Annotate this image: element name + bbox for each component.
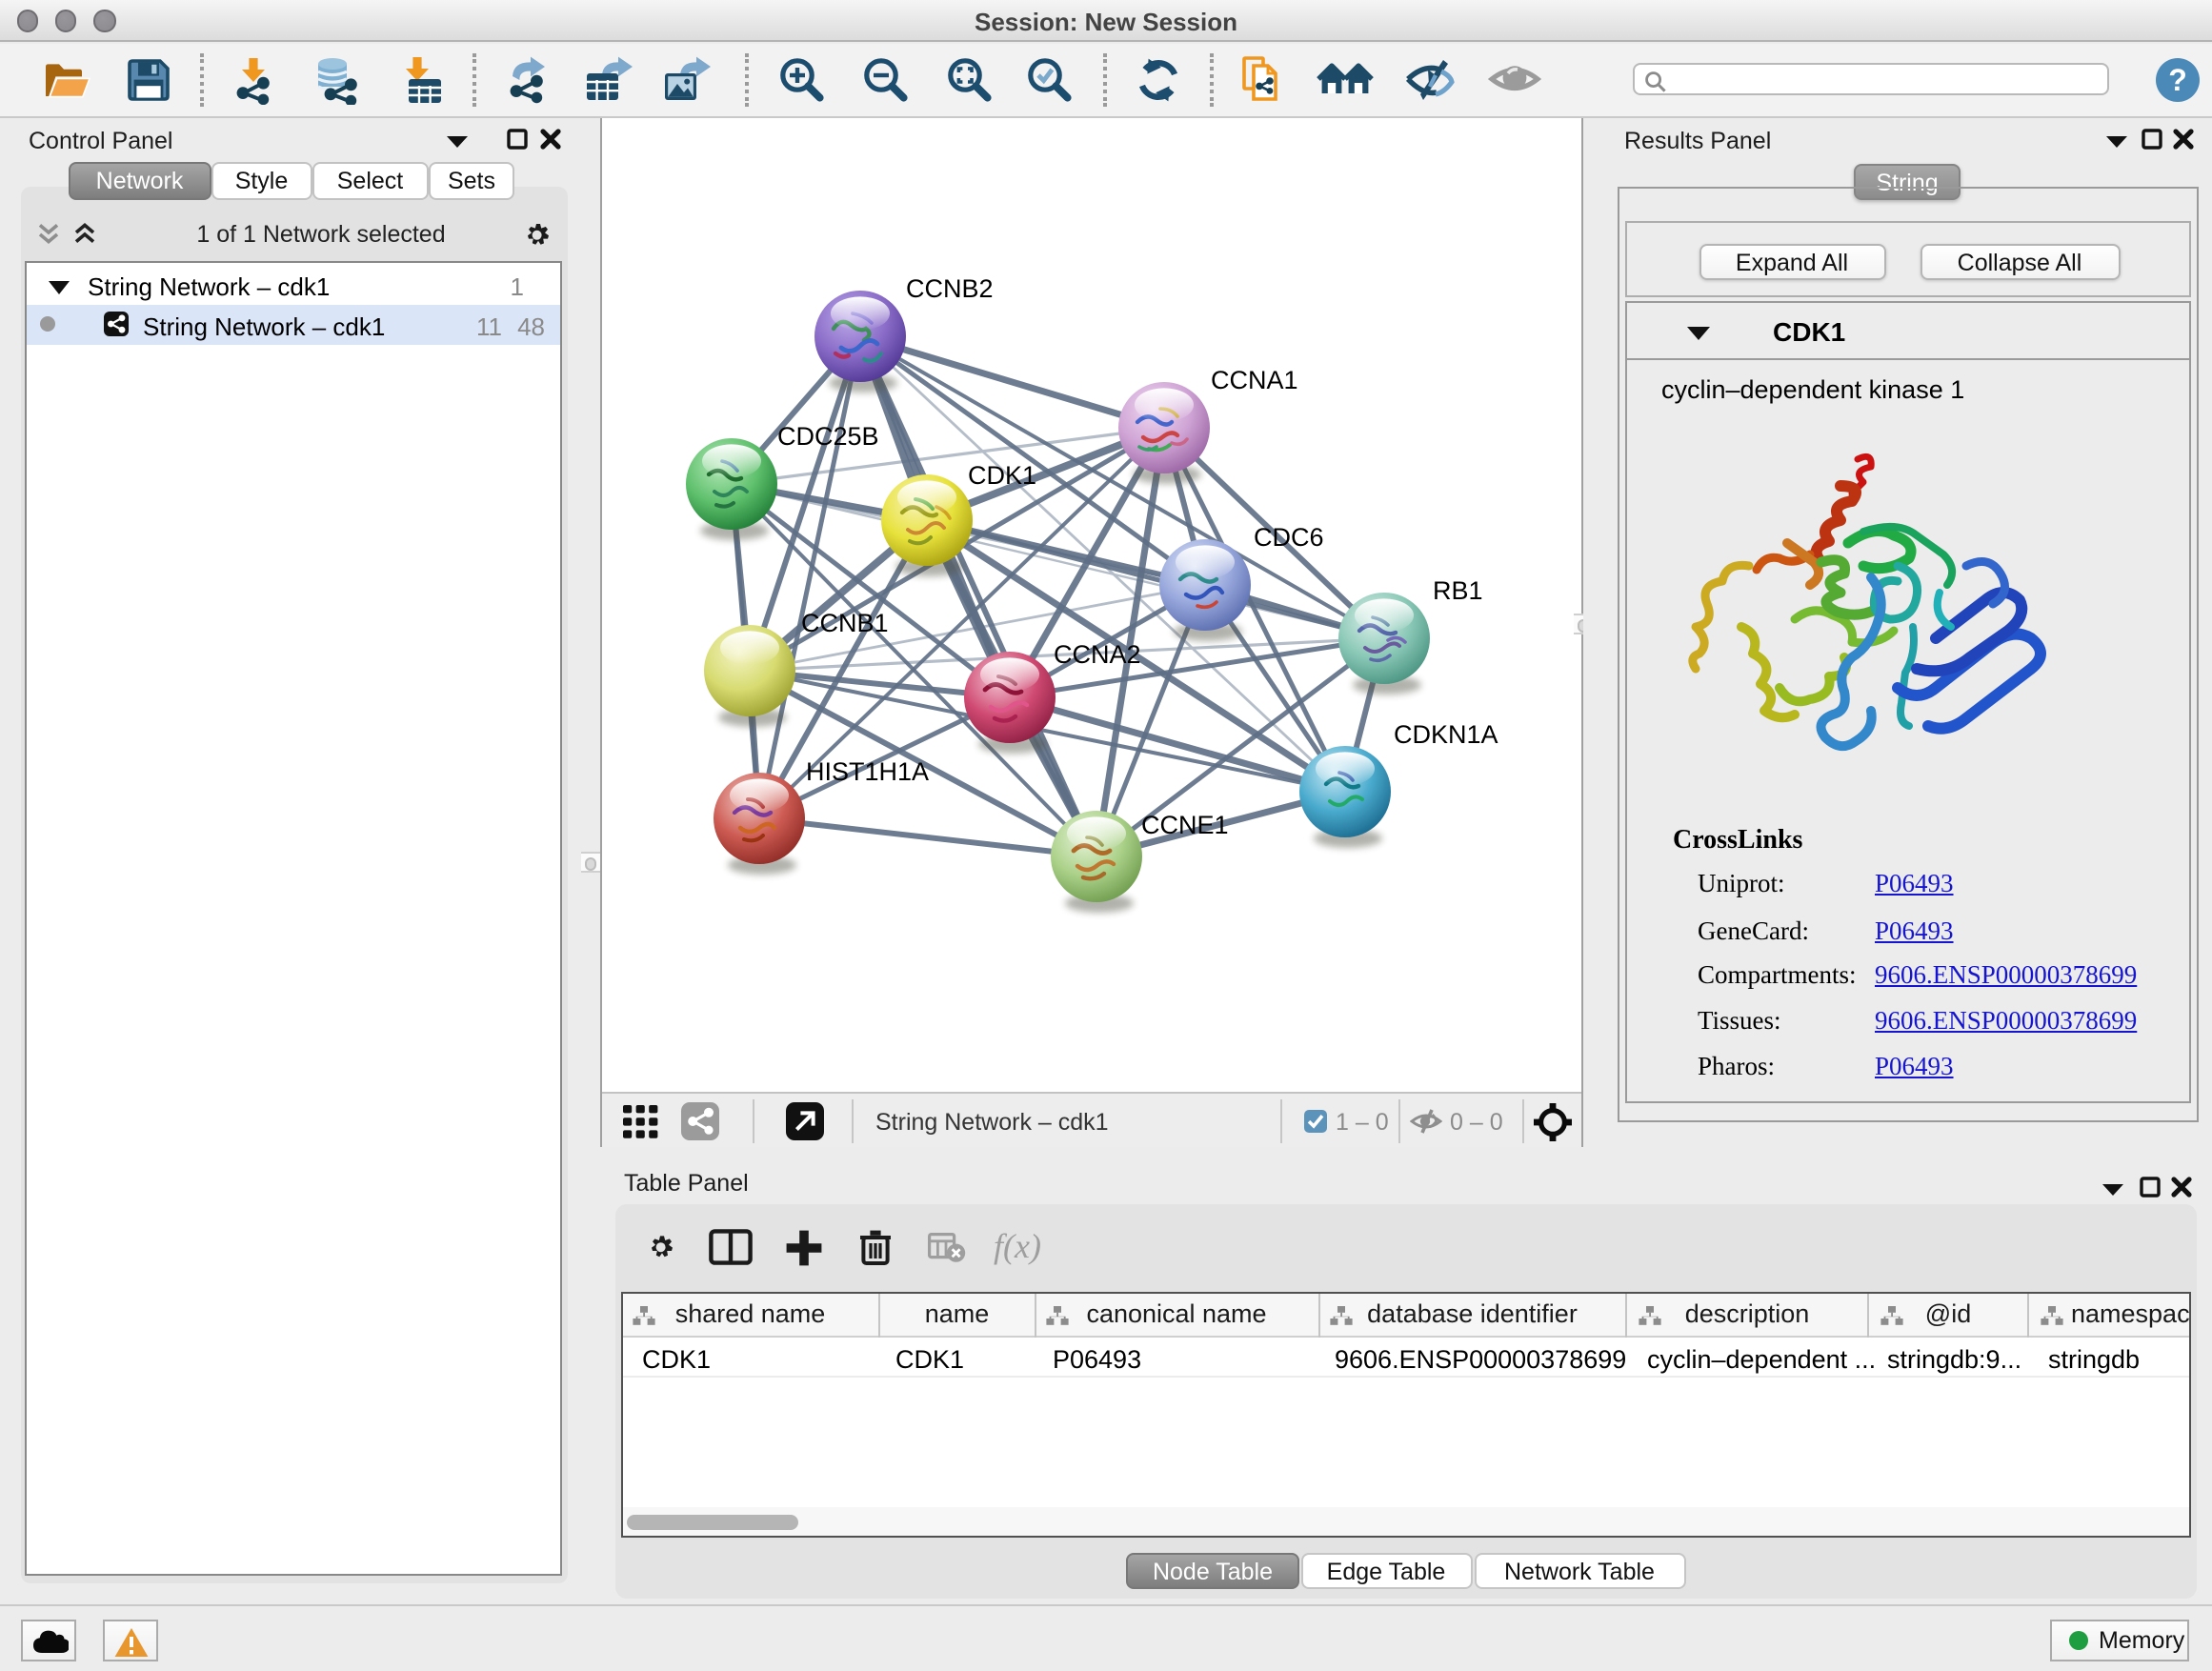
svg-text:CDC6: CDC6	[1254, 523, 1324, 552]
svg-text:CDKN1A: CDKN1A	[1394, 720, 1498, 749]
svg-text:CDK1: CDK1	[968, 461, 1036, 490]
svg-text:RB1: RB1	[1433, 576, 1483, 605]
svg-text:CCNB1: CCNB1	[801, 609, 889, 637]
svg-text:CCNB2: CCNB2	[906, 274, 994, 303]
svg-text:HIST1H1A: HIST1H1A	[806, 757, 929, 786]
svg-text:CCNA2: CCNA2	[1054, 640, 1141, 669]
svg-text:CCNA1: CCNA1	[1211, 366, 1298, 394]
svg-text:CDC25B: CDC25B	[777, 422, 879, 451]
svg-text:CCNE1: CCNE1	[1141, 811, 1229, 839]
svg-text:?: ?	[2168, 62, 2187, 96]
